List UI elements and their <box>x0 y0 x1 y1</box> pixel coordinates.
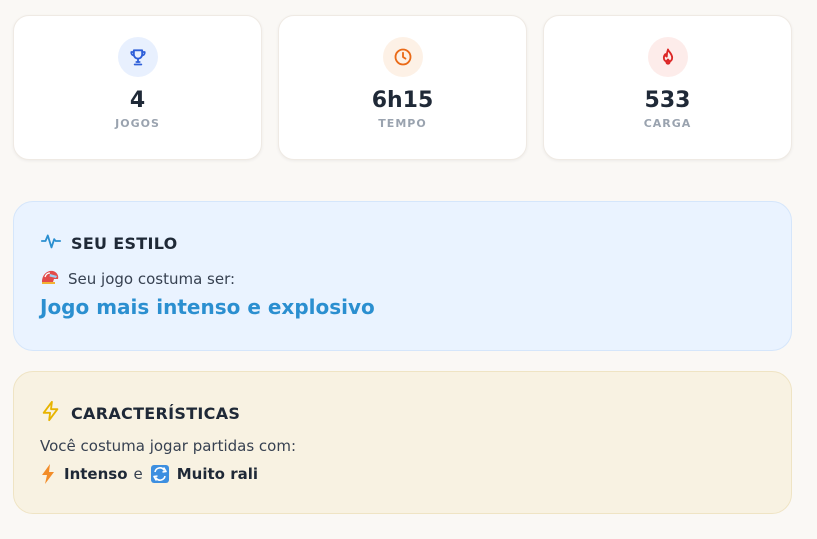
traits-card-title: CARACTERÍSTICAS <box>71 403 241 423</box>
stat-label: CARGA <box>643 117 692 130</box>
style-value: Jogo mais intenso e explosivo <box>40 295 375 319</box>
stat-card-games: 4 JOGOS <box>13 15 262 160</box>
stat-label: TEMPO <box>378 117 427 130</box>
stat-value: 4 <box>129 88 146 113</box>
traits-subtitle: Você costuma jogar partidas com: <box>40 437 297 455</box>
stat-label: JOGOS <box>115 117 160 130</box>
clock-icon <box>382 37 423 77</box>
activity-icon <box>40 230 62 256</box>
helmet-icon <box>40 268 60 290</box>
stats-row: 4 JOGOS 6h15 TEMPO 533 CARGA <box>13 15 792 160</box>
stat-value: 533 <box>644 88 691 113</box>
lightning-icon <box>40 400 62 426</box>
style-subtitle: Seu jogo costuma ser: <box>68 270 236 288</box>
style-subtitle-line: Seu jogo costuma ser: <box>40 268 235 290</box>
trait-item: Muito rali <box>176 465 258 483</box>
trophy-icon <box>117 37 158 77</box>
stat-value: 6h15 <box>371 88 434 113</box>
traits-list: Intenso e Muito rali <box>40 464 258 484</box>
stat-card-load: 533 CARGA <box>543 15 792 160</box>
flame-icon <box>647 37 688 77</box>
trait-item: Intenso <box>64 465 128 483</box>
style-card-title: SEU ESTILO <box>71 233 178 253</box>
traits-card-header: CARACTERÍSTICAS <box>40 400 240 426</box>
lightning-emoji-icon <box>40 464 56 484</box>
repeat-emoji-icon <box>150 465 169 483</box>
traits-connector: e <box>133 465 143 483</box>
style-card-header: SEU ESTILO <box>40 230 178 256</box>
stat-card-time: 6h15 TEMPO <box>278 15 527 160</box>
style-card: SEU ESTILO Seu jogo costuma ser: Jogo ma… <box>13 201 792 351</box>
traits-card: CARACTERÍSTICAS Você costuma jogar parti… <box>13 371 792 514</box>
